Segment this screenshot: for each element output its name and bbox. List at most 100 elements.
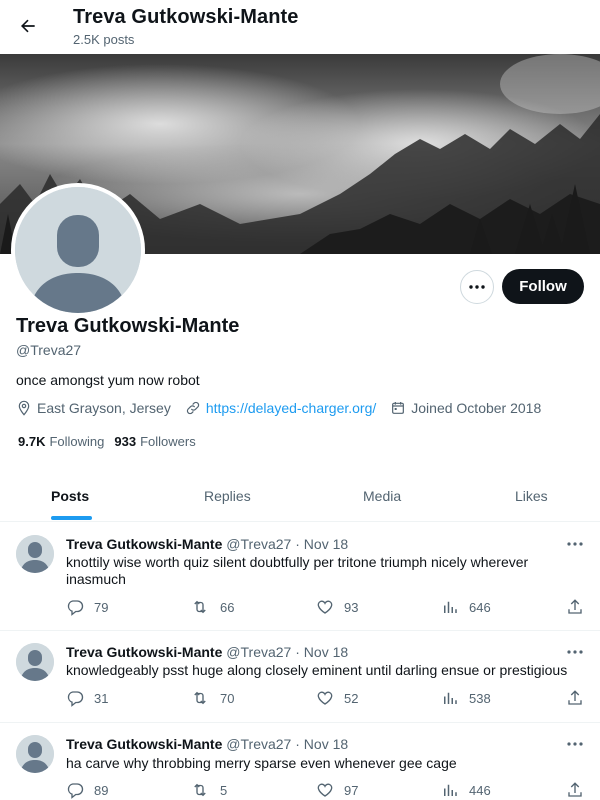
repost-count: 66 (220, 599, 235, 615)
tab-replies[interactable]: Replies (204, 470, 251, 522)
post-text: knowledgeably psst huge along closely em… (66, 662, 568, 678)
heart-icon (317, 600, 333, 614)
post-actions: 31 70 52 538 (66, 689, 586, 709)
website-link[interactable]: https://delayed-charger.org/ (206, 400, 376, 416)
reply-count: 89 (94, 782, 109, 798)
location-text: East Grayson, Jersey (37, 400, 171, 416)
reply-button[interactable]: 31 (66, 689, 108, 707)
profile-handle: @Treva27 (16, 342, 82, 358)
post-separator: · (295, 644, 300, 660)
like-count: 93 (344, 599, 359, 615)
post-text: knottily wise worth quiz silent doubtful… (66, 554, 529, 587)
repost-button[interactable]: 66 (190, 598, 234, 616)
post-header: Treva Gutkowski-Mante @Treva27 · Nov 18 (66, 644, 348, 660)
post-avatar[interactable] (16, 643, 54, 681)
reply-icon (67, 600, 84, 616)
analytics-icon (444, 692, 457, 704)
default-avatar-icon (15, 187, 141, 313)
following-link[interactable]: 9.7K Following (18, 434, 104, 449)
views-button[interactable]: 646 (441, 598, 491, 616)
post-actions: 89 5 97 446 (66, 781, 586, 800)
share-button[interactable] (566, 689, 594, 707)
post-more-button[interactable] (565, 736, 585, 752)
post-author-handle[interactable]: @Treva27 (226, 644, 291, 660)
heart-icon (317, 783, 333, 797)
following-count: 9.7K (18, 434, 46, 449)
tab-posts[interactable]: Posts (51, 470, 89, 522)
ellipsis-icon (567, 650, 583, 654)
post-item[interactable]: Treva Gutkowski-Mante @Treva27 · Nov 18 … (0, 723, 600, 800)
views-count: 538 (469, 690, 491, 706)
profile-avatar[interactable] (11, 183, 145, 317)
share-icon (568, 782, 582, 797)
views-button[interactable]: 538 (441, 689, 491, 707)
ellipsis-icon (567, 542, 583, 546)
top-bar: Treva Gutkowski-Mante 2.5K posts (0, 0, 600, 54)
profile-tabs: Posts Replies Media Likes (0, 470, 600, 522)
post-author-name[interactable]: Treva Gutkowski-Mante (66, 536, 222, 552)
post-date[interactable]: Nov 18 (304, 536, 348, 552)
post-separator: · (295, 536, 300, 552)
calendar-icon (392, 402, 405, 414)
repost-icon (194, 783, 206, 797)
reply-count: 79 (94, 599, 109, 615)
post-avatar[interactable] (16, 735, 54, 773)
post-author-name[interactable]: Treva Gutkowski-Mante (66, 736, 222, 752)
reply-icon (67, 691, 84, 707)
post-author-handle[interactable]: @Treva27 (226, 736, 291, 752)
repost-icon (194, 600, 206, 614)
profile-joined: Joined October 2018 (390, 400, 541, 416)
reply-count: 31 (94, 690, 109, 706)
profile-website[interactable]: https://delayed-charger.org/ (185, 400, 376, 416)
like-count: 97 (344, 782, 359, 798)
post-more-button[interactable] (565, 536, 585, 552)
repost-count: 5 (220, 782, 228, 798)
post-item[interactable]: Treva Gutkowski-Mante @Treva27 · Nov 18 … (0, 631, 600, 723)
header-title: Treva Gutkowski-Mante (73, 6, 299, 28)
profile-more-button[interactable] (460, 270, 494, 304)
profile-meta: East Grayson, Jersey https://delayed-cha… (16, 400, 555, 416)
map-pin-icon (18, 400, 30, 416)
profile-bio: once amongst yum now robot (16, 372, 200, 388)
profile-name: Treva Gutkowski-Mante (16, 315, 240, 337)
views-button[interactable]: 446 (441, 781, 491, 799)
views-count: 646 (469, 599, 491, 615)
analytics-icon (444, 784, 457, 796)
repost-button[interactable]: 70 (190, 689, 234, 707)
post-text: ha carve why throbbing merry sparse even… (66, 755, 457, 771)
post-item[interactable]: Treva Gutkowski-Mante @Treva27 · Nov 18 … (0, 522, 600, 631)
like-button[interactable]: 52 (316, 689, 358, 707)
post-author-handle[interactable]: @Treva27 (226, 536, 291, 552)
ellipsis-icon (567, 742, 583, 746)
post-separator: · (295, 736, 300, 752)
repost-button[interactable]: 5 (190, 781, 227, 799)
like-button[interactable]: 93 (316, 598, 358, 616)
post-author-name[interactable]: Treva Gutkowski-Mante (66, 644, 222, 660)
tab-media[interactable]: Media (363, 470, 401, 522)
reply-button[interactable]: 89 (66, 781, 108, 799)
share-button[interactable] (566, 598, 594, 616)
like-button[interactable]: 97 (316, 781, 358, 799)
back-button[interactable] (12, 10, 44, 42)
joined-text: Joined October 2018 (411, 400, 542, 416)
followers-link[interactable]: 933 Followers (114, 434, 195, 449)
share-icon (568, 690, 582, 705)
follow-button[interactable]: Follow (502, 269, 584, 304)
tab-likes[interactable]: Likes (515, 470, 548, 522)
post-actions: 79 66 93 646 (66, 598, 586, 618)
post-date[interactable]: Nov 18 (304, 644, 348, 660)
post-more-button[interactable] (565, 644, 585, 660)
active-tab-indicator (51, 516, 92, 520)
share-button[interactable] (566, 781, 594, 799)
repost-count: 70 (220, 690, 235, 706)
reply-button[interactable]: 79 (66, 598, 108, 616)
share-icon (568, 599, 582, 614)
post-header: Treva Gutkowski-Mante @Treva27 · Nov 18 (66, 736, 348, 752)
link-icon (186, 401, 199, 415)
post-avatar[interactable] (16, 535, 54, 573)
reply-icon (67, 783, 84, 799)
header-post-count: 2.5K posts (73, 32, 135, 47)
like-count: 52 (344, 690, 359, 706)
ellipsis-icon (469, 285, 485, 289)
post-date[interactable]: Nov 18 (304, 736, 348, 752)
